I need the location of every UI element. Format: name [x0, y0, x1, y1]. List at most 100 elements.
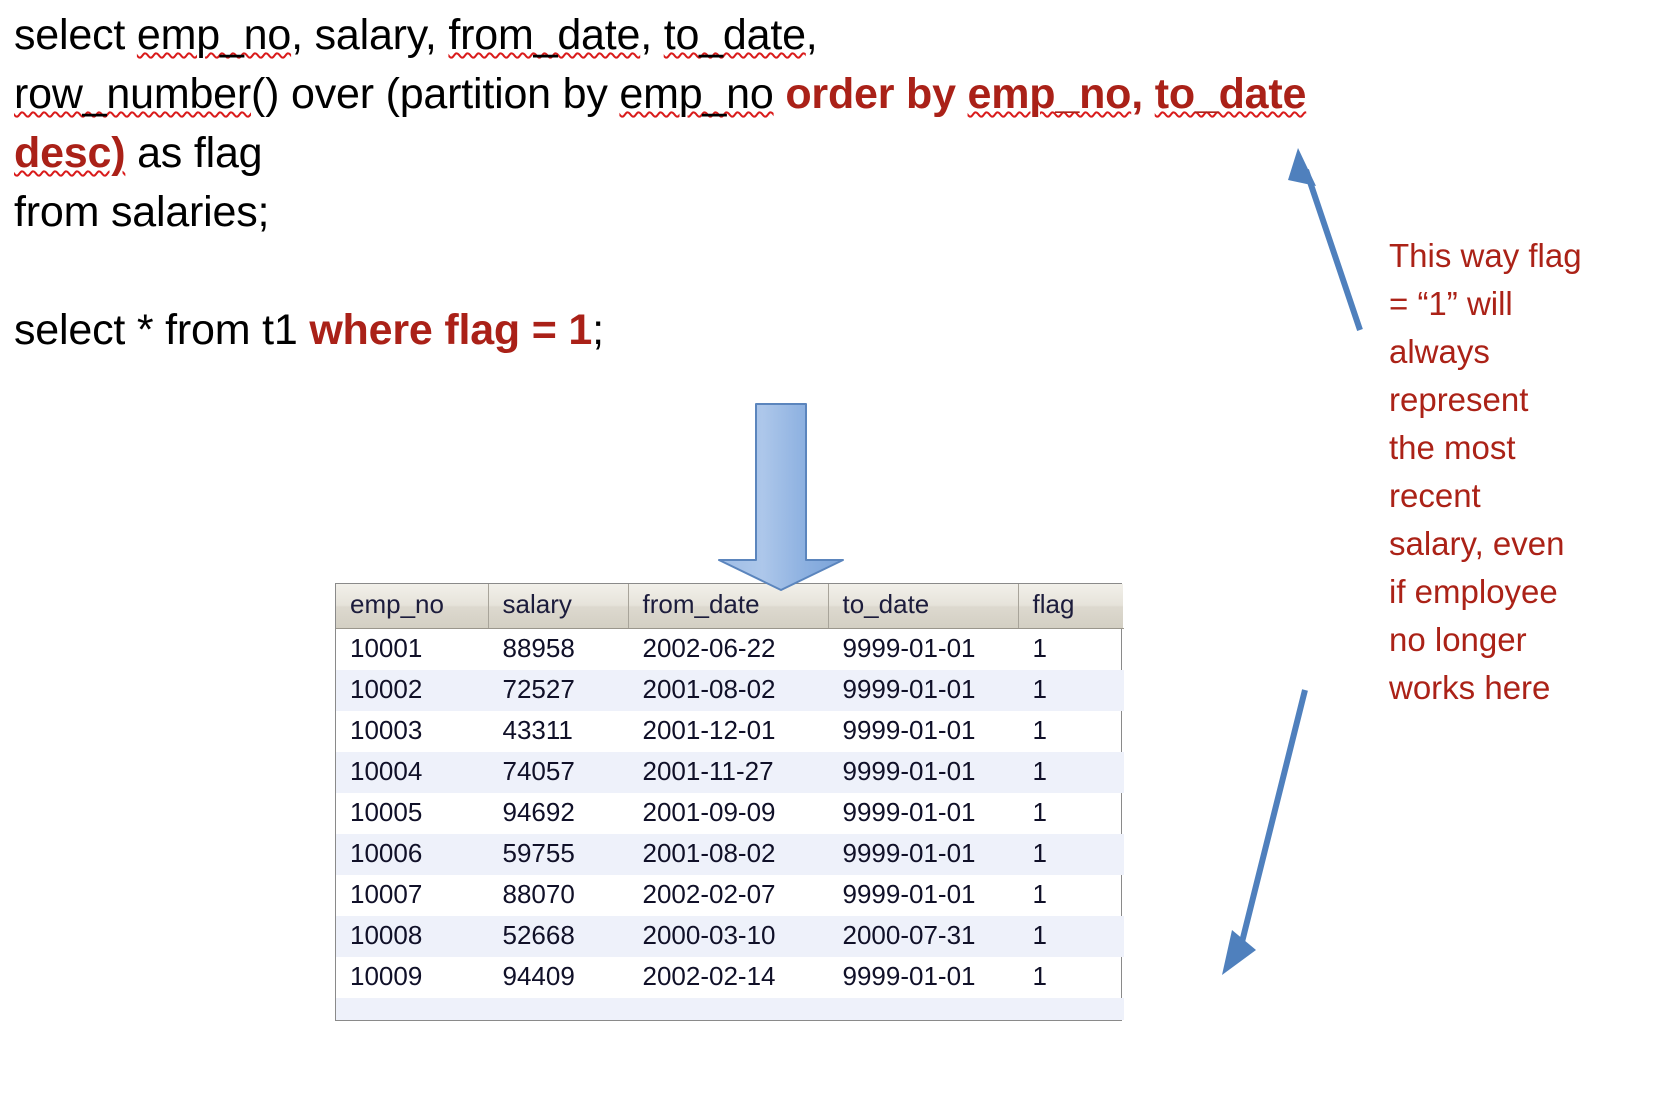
- annotation-line: This way flag: [1389, 237, 1582, 274]
- annotation-line: represent: [1389, 381, 1529, 418]
- cell-from-date: 2002-06-22: [628, 628, 829, 670]
- sql-text: () over (partition by: [251, 70, 620, 118]
- sql-highlight-where-flag: where flag = 1: [309, 306, 593, 354]
- column-header-emp-no[interactable]: emp_no: [336, 584, 489, 629]
- cell-empty: [336, 997, 489, 1020]
- annotation-line: works here: [1389, 669, 1551, 706]
- table-row[interactable]: 10009 94409 2002-02-14 9999-01-01 1: [336, 956, 1124, 998]
- table-header-row: emp_no salary from_date to_date flag: [336, 584, 1123, 629]
- cell-emp-no: 10005: [336, 792, 489, 834]
- cell-flag: 1: [1018, 833, 1124, 875]
- cell-emp-no: 10007: [336, 874, 489, 916]
- cell-salary: 94409: [488, 956, 629, 998]
- sql-highlight-to-date: to_date: [1154, 70, 1307, 118]
- cell-flag: 1: [1018, 792, 1124, 834]
- sql-code-block: select emp_no, salary, from_date, to_dat…: [14, 6, 1544, 360]
- sql-blank-line: [14, 242, 1544, 301]
- sql-line-5: select * from t1 where flag = 1;: [14, 301, 1544, 360]
- table-row[interactable]: 10003 43311 2001-12-01 9999-01-01 1: [336, 710, 1124, 752]
- cell-flag: 1: [1018, 874, 1124, 916]
- table-row-empty[interactable]: [336, 997, 1124, 1020]
- cell-to-date: 9999-01-01: [828, 710, 1019, 752]
- sql-highlight-order-by: order by: [785, 70, 968, 118]
- annotation-line: = “1” will: [1389, 285, 1513, 322]
- sql-highlight-comma: ,: [1131, 70, 1155, 118]
- table-row[interactable]: 10007 88070 2002-02-07 9999-01-01 1: [336, 874, 1124, 916]
- sql-line-2: row_number() over (partition by emp_no o…: [14, 65, 1544, 124]
- row-pointer-arrow-icon: [1222, 689, 1308, 975]
- annotation-line: no longer: [1389, 621, 1527, 658]
- sql-semicolon: ;: [592, 306, 604, 354]
- annotation-line: if employee: [1389, 573, 1558, 610]
- cell-empty: [828, 997, 1019, 1020]
- sql-text: ,: [805, 11, 818, 59]
- cell-emp-no: 10006: [336, 833, 489, 875]
- sql-highlight-emp-no: emp_no: [967, 70, 1132, 118]
- table-row[interactable]: 10004 74057 2001-11-27 9999-01-01 1: [336, 751, 1124, 793]
- cell-salary: 88958: [488, 628, 629, 670]
- annotation-line: salary, even: [1389, 525, 1565, 562]
- sql-line-1: select emp_no, salary, from_date, to_dat…: [14, 6, 1544, 65]
- cell-emp-no: 10008: [336, 915, 489, 957]
- sql-col-to-date: to_date: [663, 11, 806, 59]
- cell-salary: 52668: [488, 915, 629, 957]
- annotation-text: This way flag = “1” will always represen…: [1389, 232, 1657, 712]
- sql-col-from-date: from_date: [448, 11, 641, 59]
- cell-from-date: 2001-11-27: [628, 751, 829, 793]
- cell-salary: 94692: [488, 792, 629, 834]
- column-header-salary[interactable]: salary: [488, 584, 629, 629]
- sql-line-3: desc) as flag: [14, 124, 1544, 183]
- cell-flag: 1: [1018, 956, 1124, 998]
- sql-col-emp-no: emp_no: [136, 11, 292, 59]
- cell-to-date: 9999-01-01: [828, 956, 1019, 998]
- cell-from-date: 2001-08-02: [628, 669, 829, 711]
- table-row[interactable]: 10002 72527 2001-08-02 9999-01-01 1: [336, 669, 1124, 711]
- cell-to-date: 9999-01-01: [828, 669, 1019, 711]
- cell-flag: 1: [1018, 628, 1124, 670]
- down-arrow-icon: [718, 403, 844, 591]
- annotation-line: recent: [1389, 477, 1481, 514]
- column-header-flag[interactable]: flag: [1018, 584, 1123, 629]
- sql-partition-col: emp_no: [619, 70, 774, 118]
- table-row[interactable]: 10006 59755 2001-08-02 9999-01-01 1: [336, 833, 1124, 875]
- cell-to-date: 2000-07-31: [828, 915, 1019, 957]
- cell-from-date: 2001-08-02: [628, 833, 829, 875]
- cell-salary: 43311: [488, 710, 629, 752]
- table-row[interactable]: 10005 94692 2001-09-09 9999-01-01 1: [336, 792, 1124, 834]
- cell-to-date: 9999-01-01: [828, 751, 1019, 793]
- result-table: emp_no salary from_date to_date flag 100…: [336, 584, 1124, 1020]
- annotation-line: always: [1389, 333, 1490, 370]
- cell-from-date: 2002-02-07: [628, 874, 829, 916]
- cell-flag: 1: [1018, 915, 1124, 957]
- sql-line-4: from salaries;: [14, 188, 270, 236]
- cell-emp-no: 10003: [336, 710, 489, 752]
- sql-keyword-select: select: [14, 11, 137, 59]
- cell-empty: [488, 997, 629, 1020]
- annotation-line: the most: [1389, 429, 1516, 466]
- column-header-to-date[interactable]: to_date: [828, 584, 1019, 629]
- cell-salary: 88070: [488, 874, 629, 916]
- cell-to-date: 9999-01-01: [828, 874, 1019, 916]
- cell-flag: 1: [1018, 669, 1124, 711]
- sql-text: ,: [640, 11, 664, 59]
- cell-to-date: 9999-01-01: [828, 792, 1019, 834]
- sql-highlight-desc: desc): [14, 129, 126, 177]
- cell-from-date: 2001-12-01: [628, 710, 829, 752]
- slide-canvas: select emp_no, salary, from_date, to_dat…: [0, 0, 1678, 1110]
- table-row[interactable]: 10008 52668 2000-03-10 2000-07-31 1: [336, 915, 1124, 957]
- cell-salary: 72527: [488, 669, 629, 711]
- cell-to-date: 9999-01-01: [828, 628, 1019, 670]
- column-header-from-date[interactable]: from_date: [628, 584, 829, 629]
- cell-salary: 59755: [488, 833, 629, 875]
- cell-flag: 1: [1018, 751, 1124, 793]
- cell-emp-no: 10001: [336, 628, 489, 670]
- result-grid[interactable]: emp_no salary from_date to_date flag 100…: [335, 583, 1124, 1021]
- cell-to-date: 9999-01-01: [828, 833, 1019, 875]
- cell-emp-no: 10002: [336, 669, 489, 711]
- table-row[interactable]: 10001 88958 2002-06-22 9999-01-01 1: [336, 628, 1124, 670]
- sql-fn-row-number: row_number: [14, 70, 251, 118]
- sql-text: , salary,: [291, 11, 449, 59]
- cell-empty: [1018, 997, 1124, 1020]
- cell-from-date: 2002-02-14: [628, 956, 829, 998]
